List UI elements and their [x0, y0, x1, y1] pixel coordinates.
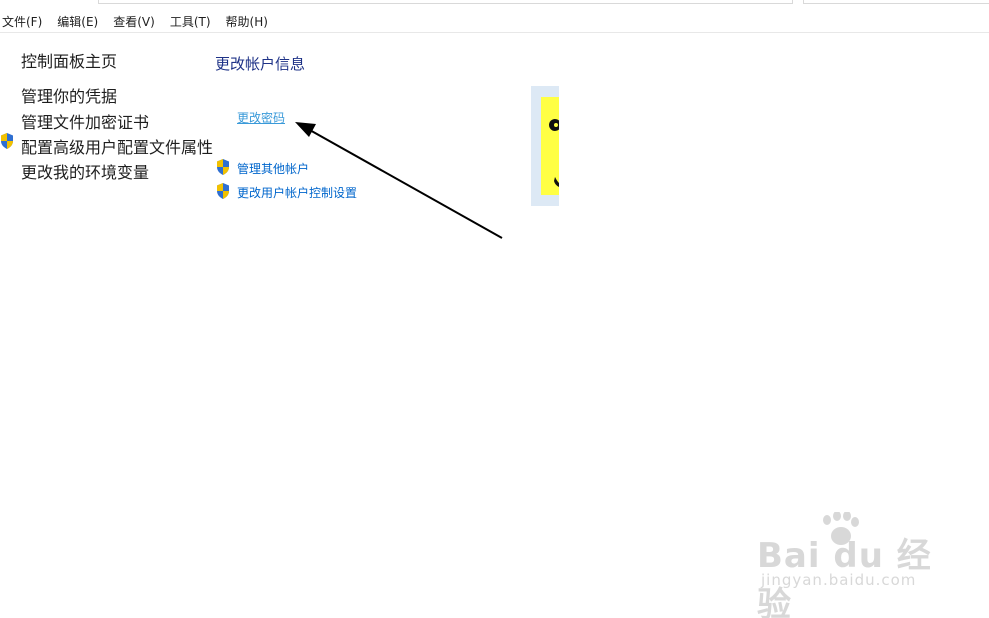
- address-bar[interactable]: [98, 0, 793, 4]
- menu-tools[interactable]: 工具(T): [168, 13, 219, 30]
- shield-icon: [217, 183, 229, 199]
- search-box[interactable]: [803, 0, 989, 4]
- menu-divider: [0, 32, 989, 33]
- manage-other-accounts-link[interactable]: 管理其他帐户: [237, 160, 309, 177]
- shield-icon: [217, 159, 229, 175]
- sidebar-item-encryption-certificates[interactable]: 管理文件加密证书: [21, 109, 149, 133]
- sidebar-item-manage-credentials[interactable]: 管理你的凭据: [21, 83, 117, 107]
- address-bar-area: [0, 0, 989, 4]
- account-picture[interactable]: [541, 97, 559, 195]
- menu-edit[interactable]: 编辑(E): [55, 13, 106, 30]
- sidebar-item-advanced-profile[interactable]: 配置高级用户配置文件属性: [21, 134, 213, 158]
- menu-bar: 文件(F) 编辑(E) 查看(V) 工具(T) 帮助(H): [0, 10, 989, 32]
- menu-file[interactable]: 文件(F): [0, 13, 50, 30]
- uac-settings-link[interactable]: 更改用户帐户控制设置: [237, 184, 357, 201]
- change-password-link[interactable]: 更改密码: [237, 109, 285, 126]
- page-title: 更改帐户信息: [215, 55, 306, 73]
- sidebar-home-link[interactable]: 控制面板主页: [21, 48, 117, 72]
- baidu-watermark: Bai du 经验 jingyan.baidu.com: [757, 512, 947, 618]
- shield-icon: [1, 133, 13, 149]
- watermark-url: jingyan.baidu.com: [761, 571, 917, 589]
- sidebar-item-environment-variables[interactable]: 更改我的环境变量: [21, 159, 149, 183]
- menu-view[interactable]: 查看(V): [111, 13, 163, 30]
- menu-help[interactable]: 帮助(H): [224, 13, 276, 30]
